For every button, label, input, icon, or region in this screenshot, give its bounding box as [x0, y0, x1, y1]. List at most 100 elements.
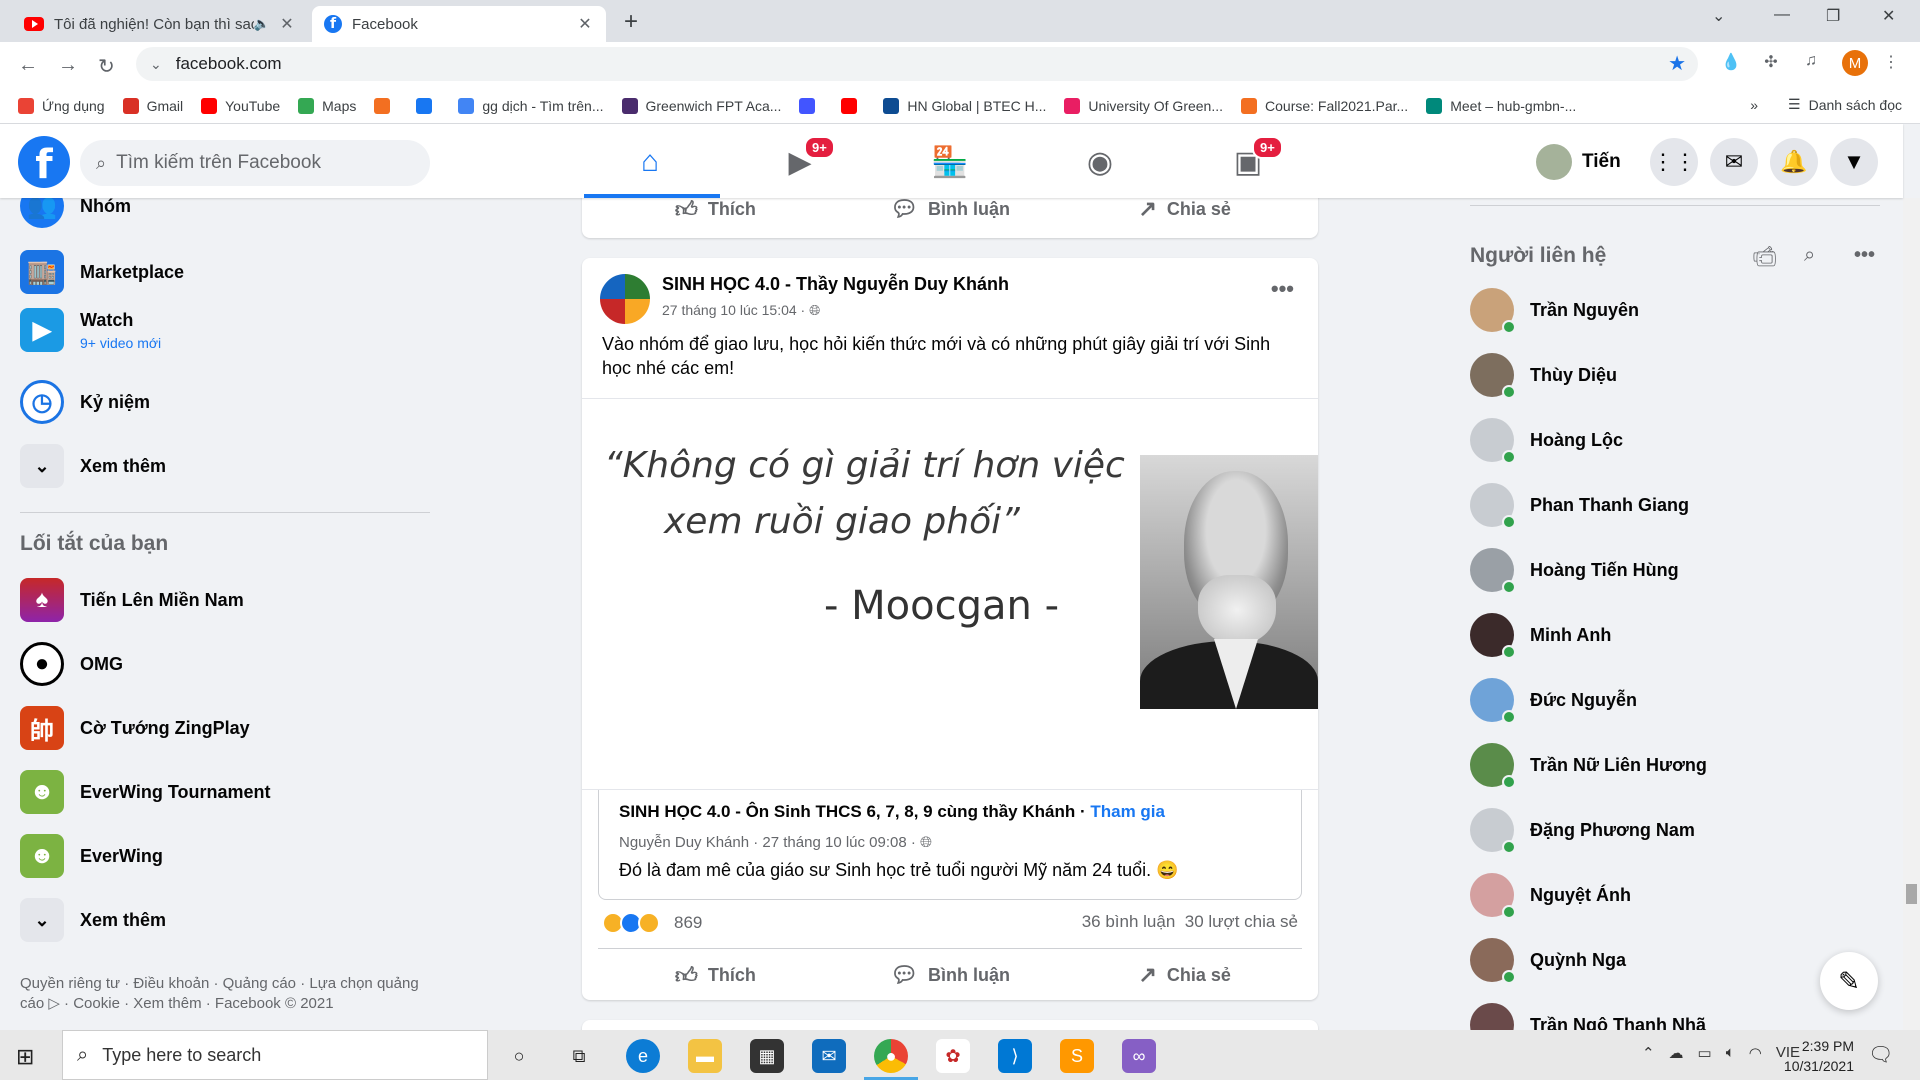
url-text[interactable]: facebook.com — [176, 54, 282, 74]
share-count[interactable]: 30 lượt chia sẻ — [1185, 912, 1298, 931]
bookmark-item[interactable]: Gmail — [122, 97, 183, 114]
reactions-summary[interactable]: 869 — [602, 912, 702, 934]
battery-icon[interactable]: ▭ — [1698, 1044, 1712, 1062]
sidebar-item-memories[interactable]: ◷ Kỷ niệm — [20, 380, 150, 424]
shortcut-co-tuong[interactable]: 帥 Cờ Tướng ZingPlay — [20, 706, 250, 750]
bookmark-item[interactable]: Meet – hub-gmbn-... — [1426, 97, 1576, 114]
nav-home-icon[interactable]: ⌂ — [620, 140, 680, 184]
footer-links[interactable]: Quyền riêng tư · Điều khoản · Quảng cáo … — [20, 974, 420, 1014]
cortana-icon[interactable]: ○ — [502, 1039, 536, 1073]
sidebar-item-marketplace[interactable]: 🏬 Marketplace — [20, 250, 184, 294]
bookmark-item[interactable] — [416, 97, 440, 114]
video-call-icon[interactable]: 📹︎ — [1752, 244, 1777, 269]
account-dropdown-icon[interactable]: ▼ — [1830, 138, 1878, 186]
contact-item[interactable]: Phan Thanh Giang — [1470, 483, 1689, 529]
contact-item[interactable]: Đặng Phương Nam — [1470, 808, 1695, 854]
contact-item[interactable]: Trần Nguyên — [1470, 288, 1639, 334]
bookmark-item[interactable]: gg dịch - Tìm trên... — [458, 97, 604, 114]
vscode-icon[interactable]: ⟩ — [998, 1039, 1032, 1073]
chrome-icon[interactable]: ● — [874, 1039, 908, 1073]
chevron-up-icon[interactable]: ⌃ — [1642, 1044, 1655, 1062]
window-close-button[interactable]: ✕ — [1882, 6, 1895, 26]
tab-youtube[interactable]: Tôi đã nghiện! Còn bạn thì sao 🔈 ✕ — [12, 6, 308, 42]
notification-center-icon[interactable]: 🗨︎ — [1868, 1042, 1893, 1067]
reload-icon[interactable]: ↻ — [98, 54, 115, 79]
bookmark-item[interactable]: Course: Fall2021.Par... — [1241, 97, 1408, 114]
more-options-icon[interactable]: ••• — [1854, 244, 1875, 267]
post-image[interactable]: “Không có gì giải trí hơn việc xem ruồi … — [582, 398, 1318, 790]
task-view-icon[interactable]: ⧉ — [562, 1039, 596, 1073]
sublime-icon[interactable]: S — [1060, 1039, 1094, 1073]
speaker-icon[interactable]: 🔈 — [254, 16, 270, 32]
bookmark-item[interactable] — [841, 97, 865, 114]
minimize-button[interactable]: — — [1774, 6, 1790, 24]
bookmark-item[interactable]: HN Global | BTEC H... — [883, 97, 1046, 114]
post-timestamp[interactable]: 27 tháng 10 lúc 15:04 · 🌐︎ — [662, 302, 820, 319]
search-input[interactable]: ⌕ Tìm kiếm trên Facebook — [80, 140, 430, 186]
paint-icon[interactable]: ✿ — [936, 1039, 970, 1073]
close-icon[interactable]: ✕ — [576, 14, 594, 34]
chrome-menu-icon[interactable]: ⋮ — [1880, 52, 1902, 74]
bookmark-item[interactable] — [799, 97, 823, 114]
close-icon[interactable]: ✕ — [278, 14, 296, 34]
site-info-icon[interactable]: ⌄ — [150, 56, 162, 73]
more-bookmarks-icon[interactable]: » — [1750, 97, 1758, 113]
sidebar-item-see-more[interactable]: ⌄ Xem thêm — [20, 444, 166, 488]
new-tab-button[interactable]: + — [624, 8, 638, 36]
search-icon[interactable]: ⌕ — [1804, 244, 1815, 267]
bookmark-item[interactable]: YouTube — [201, 97, 280, 114]
messenger-icon[interactable]: ✉ — [1710, 138, 1758, 186]
cloud-icon[interactable]: ☁ — [1669, 1044, 1684, 1062]
nav-groups-icon[interactable]: ◉ — [1070, 140, 1130, 184]
comment-count[interactable]: 36 bình luận — [1082, 912, 1176, 931]
post-author-avatar[interactable] — [600, 274, 650, 324]
shortcut-everwing[interactable]: ☻ EverWing — [20, 834, 163, 878]
profile-button[interactable]: Tiến — [1536, 144, 1621, 180]
contact-item[interactable]: Quỳnh Nga — [1470, 938, 1626, 984]
store-icon[interactable]: ▦ — [750, 1039, 784, 1073]
extension-drop-icon[interactable]: 💧 — [1720, 52, 1742, 74]
address-bar[interactable]: ⌄ facebook.com ★ — [136, 47, 1698, 81]
taskbar-search-input[interactable]: ⌕ Type here to search — [62, 1030, 488, 1080]
sidebar-item-watch[interactable]: ▶ Watch 9+ video mới — [20, 308, 161, 352]
windows-start-icon[interactable]: ⊞ — [16, 1044, 34, 1070]
bookmark-item[interactable]: Ứng dụng — [18, 97, 105, 114]
contact-item[interactable]: Thùy Diệu — [1470, 353, 1617, 399]
contact-item[interactable]: Trần Nữ Liên Hương — [1470, 743, 1707, 789]
new-message-button[interactable]: ✎ — [1820, 952, 1878, 1010]
share-button[interactable]: ↗ Chia sẻ — [1067, 952, 1302, 998]
shortcut-tien-len[interactable]: ♠ Tiến Lên Miền Nam — [20, 578, 244, 622]
reading-list-button[interactable]: » ☰ Danh sách đọc — [1750, 96, 1902, 113]
extensions-puzzle-icon[interactable]: ✣ — [1760, 52, 1782, 74]
bookmark-item[interactable] — [374, 97, 398, 114]
nav-watch-icon[interactable]: ▶ 9+ — [770, 136, 835, 184]
shortcut-omg[interactable]: ● OMG — [20, 642, 123, 686]
bookmark-item[interactable]: Greenwich FPT Aca... — [621, 97, 781, 114]
like-button[interactable]: 👍︎ Thích — [598, 952, 833, 998]
nav-gaming-icon[interactable]: ▣ 9+ — [1218, 136, 1283, 184]
forward-icon[interactable]: → — [58, 54, 78, 77]
visual-studio-icon[interactable]: ∞ — [1122, 1039, 1156, 1073]
shared-group-box[interactable]: SINH HỌC 4.0 - Ôn Sinh THCS 6, 7, 8, 9 c… — [598, 790, 1302, 900]
tab-search-icon[interactable]: ⌄ — [1712, 6, 1725, 26]
file-explorer-icon[interactable]: ▬ — [688, 1039, 722, 1073]
volume-icon[interactable]: 🔈︎ — [1726, 1044, 1735, 1062]
comment-button[interactable]: 💬︎ Bình luận — [833, 952, 1068, 998]
wifi-icon[interactable]: ◠ — [1749, 1044, 1762, 1062]
contact-item[interactable]: Đức Nguyễn — [1470, 678, 1637, 724]
post-author-name[interactable]: SINH HỌC 4.0 - Thầy Nguyễn Duy Khánh — [662, 274, 1009, 295]
system-clock[interactable]: 2:39 PM 10/31/2021 — [1764, 1036, 1854, 1076]
notifications-bell-icon[interactable]: 🔔 — [1770, 138, 1818, 186]
media-control-icon[interactable]: ♫ — [1800, 52, 1822, 74]
group-name[interactable]: SINH HỌC 4.0 - Ôn Sinh THCS 6, 7, 8, 9 c… — [619, 802, 1075, 821]
more-options-icon[interactable]: ••• — [1271, 276, 1294, 302]
menu-grid-icon[interactable]: ⋮⋮ — [1650, 138, 1698, 186]
scrollbar-thumb[interactable] — [1906, 884, 1917, 904]
shortcuts-see-more[interactable]: ⌄ Xem thêm — [20, 898, 166, 942]
edge-icon[interactable]: e — [626, 1039, 660, 1073]
bookmark-item[interactable]: Maps — [298, 97, 356, 114]
mail-icon[interactable]: ✉ — [812, 1039, 846, 1073]
contact-item[interactable]: Nguyệt Ánh — [1470, 873, 1631, 919]
contact-item[interactable]: Minh Anh — [1470, 613, 1611, 659]
nav-marketplace-icon[interactable]: 🏪 — [920, 140, 980, 184]
